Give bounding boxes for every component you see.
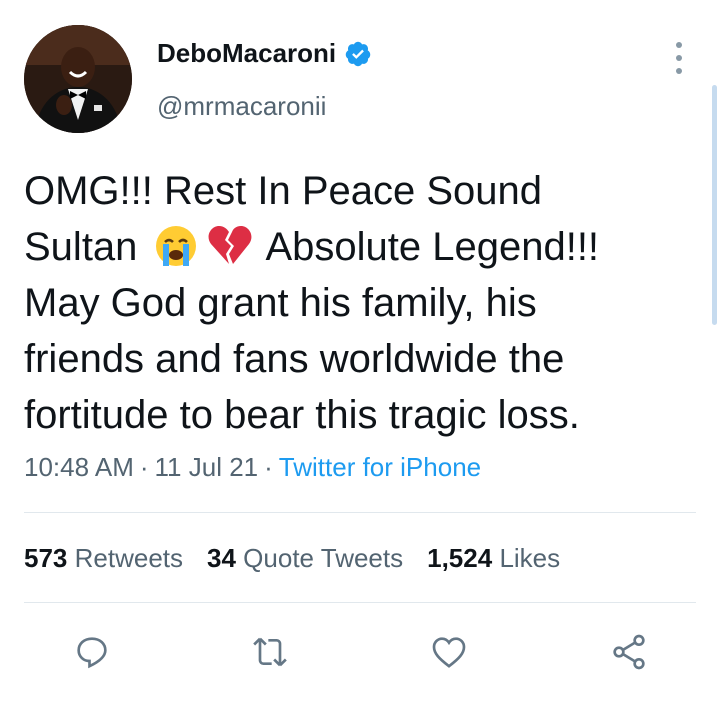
meta-separator: · <box>264 452 273 482</box>
tweet-line-end: Absolute Legend!!! <box>265 225 600 269</box>
share-icon <box>613 634 645 670</box>
meta-separator: · <box>139 452 149 482</box>
divider <box>24 512 696 513</box>
retweets-stat[interactable]: 573 Retweets <box>24 543 183 574</box>
avatar[interactable] <box>24 25 132 133</box>
scrollbar[interactable] <box>712 85 717 325</box>
tweet-line: Sultan Absolute Legend!!! <box>24 219 694 275</box>
likes-count: 1,524 <box>427 543 493 573</box>
tweet-meta: 10:48 AM · 11 Jul 21 · Twitter for iPhone <box>24 452 481 483</box>
more-dot <box>676 42 682 48</box>
retweets-count: 573 <box>24 543 68 573</box>
display-name-text[interactable]: DeboMacaroni <box>157 38 336 69</box>
tweet-line-start: Sultan <box>24 225 138 269</box>
broken-heart-emoji <box>205 222 255 268</box>
quote-tweets-label: Quote Tweets <box>243 543 404 573</box>
reply-button[interactable] <box>70 630 114 674</box>
avatar-image <box>24 25 132 133</box>
likes-label: Likes <box>499 543 561 573</box>
quote-tweets-count: 34 <box>207 543 236 573</box>
tweet-time[interactable]: 10:48 AM <box>24 452 134 482</box>
tweet-line: May God grant his family, his <box>24 281 537 325</box>
retweet-icon <box>253 637 287 667</box>
tweet-text: OMG!!! Rest In Peace Sound Sultan Absolu… <box>24 163 694 443</box>
tweet-stats: 573 Retweets 34 Quote Tweets 1,524 Likes <box>24 543 560 574</box>
user-handle[interactable]: @mrmacaronii <box>157 91 326 122</box>
tweet-date[interactable]: 11 Jul 21 <box>155 452 259 482</box>
tweet-actions <box>0 630 720 674</box>
more-options-icon[interactable] <box>667 40 691 76</box>
tweet-line: fortitude to bear this tragic loss. <box>24 393 580 437</box>
share-button[interactable] <box>607 630 651 674</box>
retweet-button[interactable] <box>248 630 292 674</box>
like-icon <box>432 637 466 668</box>
tweet-line: friends and fans worldwide the <box>24 337 565 381</box>
divider <box>24 602 696 603</box>
display-name[interactable]: DeboMacaroni <box>157 38 372 69</box>
tweet-source-link[interactable]: Twitter for iPhone <box>279 452 481 482</box>
more-dot <box>676 55 682 61</box>
quote-tweets-stat[interactable]: 34 Quote Tweets <box>207 543 403 574</box>
like-button[interactable] <box>427 630 471 674</box>
more-dot <box>676 68 682 74</box>
retweets-label: Retweets <box>74 543 184 573</box>
verified-badge-icon <box>344 40 372 68</box>
loudly-crying-face-emoji <box>151 222 201 268</box>
likes-stat[interactable]: 1,524 Likes <box>427 543 560 574</box>
reply-icon <box>77 637 107 669</box>
tweet-line: OMG!!! Rest In Peace Sound <box>24 169 543 213</box>
